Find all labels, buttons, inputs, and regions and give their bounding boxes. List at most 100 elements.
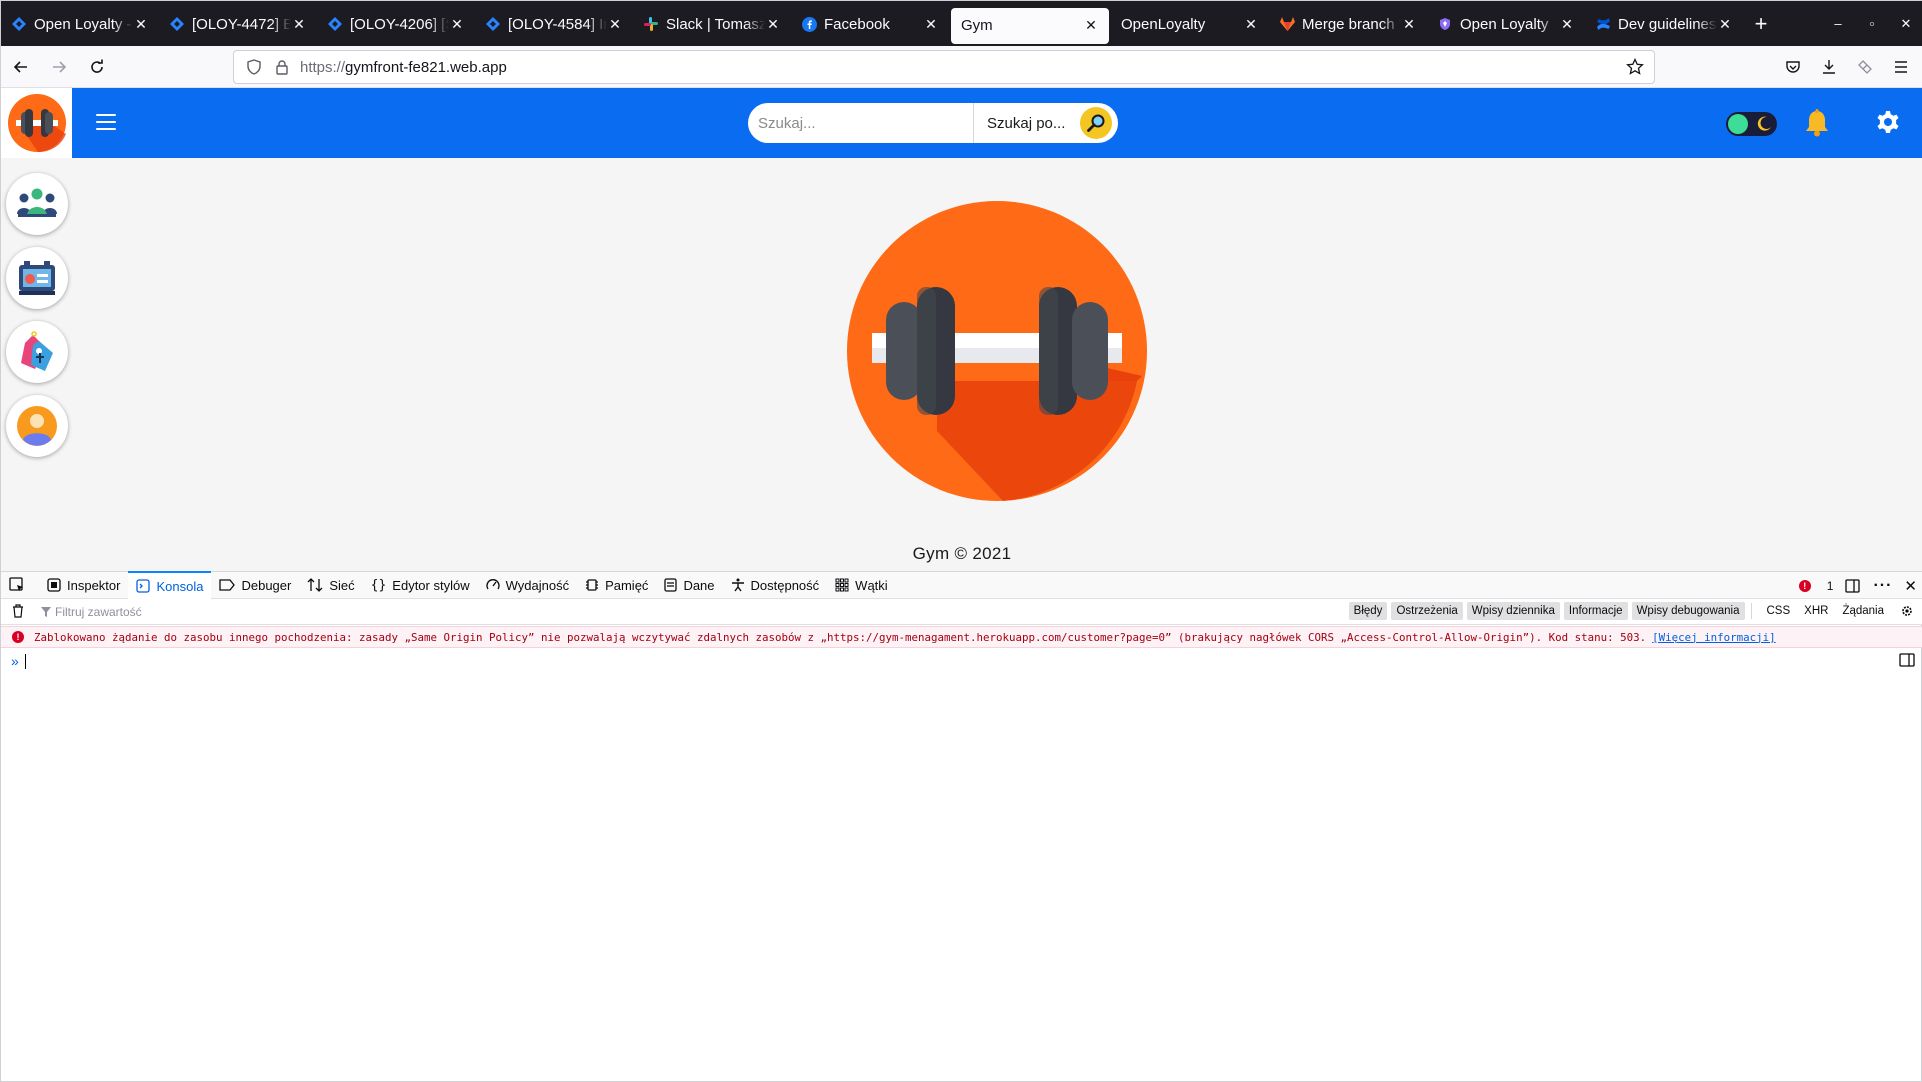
search-input[interactable] [748,103,973,143]
clear-console-trash-icon[interactable] [12,604,24,621]
browser-window: Open Loyalty - ✕ [OLOY-4472] El ✕ [OLOY-… [0,0,1922,1082]
search-bar: Szukaj po... [748,103,1118,143]
tab-label: Open Loyalty [1460,15,1549,33]
confluence-icon [1595,16,1611,32]
close-icon[interactable]: ✕ [1559,16,1575,33]
sidebar-item-passes[interactable] [6,247,68,309]
minimize-icon[interactable]: – [1821,16,1855,31]
sidebar-item-discounts[interactable] [6,321,68,383]
close-icon[interactable]: ✕ [607,16,623,33]
sidebar-item-profile[interactable] [6,395,68,457]
close-devtools-icon[interactable]: ✕ [1904,577,1917,595]
search-by-dropdown[interactable]: Szukaj po... [974,115,1078,132]
tab-label: Sieć [329,577,355,593]
tab-wydajnosc[interactable]: Wydajność [478,571,577,599]
search-button[interactable] [1080,107,1112,139]
lock-icon[interactable] [272,59,292,75]
downloads-icon[interactable] [1811,50,1847,84]
tab-dev-guidelines[interactable]: Dev guidelines ✕ [1585,6,1743,42]
sidebar-item-customers[interactable] [6,173,68,235]
tab-oloy-4584[interactable]: [OLOY-4584] In ✕ [475,6,633,42]
storage-icon [664,578,678,592]
close-icon[interactable]: ✕ [1243,16,1259,33]
split-console-icon[interactable] [1899,653,1915,672]
tab-facebook[interactable]: Facebook ✕ [791,6,949,42]
filter-debug-button[interactable]: Wpisy debugowania [1631,602,1745,620]
filter-logs-button[interactable]: Wpisy dziennika [1466,602,1560,620]
tab-label: Facebook [824,15,890,33]
filter-errors-button[interactable]: Błędy [1348,602,1388,620]
console-settings-gear-icon[interactable] [1895,601,1919,621]
filter-warnings-button[interactable]: Ostrzeżenia [1391,602,1463,620]
more-info-link[interactable]: [Więcej informacji] [1652,631,1776,644]
tab-oloy-4206[interactable]: [OLOY-4206] [S ✕ [317,6,475,42]
style-editor-icon: {} [370,577,387,593]
url-bar[interactable]: https://gymfront-fe821.web.app [233,50,1655,84]
gitlab-icon [1279,16,1295,32]
tab-konsola[interactable]: Konsola [128,571,212,599]
magnifier-icon [1087,114,1105,132]
tab-watki[interactable]: Wątki [827,571,896,599]
filter-info-button[interactable]: Informacje [1563,602,1628,620]
network-icon [307,578,323,592]
error-icon: ! [12,631,24,643]
tab-open-loyalty-jira[interactable]: Open Loyalty - ✕ [1,6,159,42]
error-count-badge[interactable]: ! 1 [1787,579,1833,593]
extensions-icon[interactable] [1847,50,1883,84]
tab-label: Merge branch ' [1302,15,1401,33]
tab-edytor-stylow[interactable]: {} Edytor stylów [363,571,478,599]
close-icon[interactable]: ✕ [765,16,781,33]
tab-pamiec[interactable]: Pamięć [577,571,656,599]
menu-icon[interactable] [1883,50,1919,84]
dumbbell-logo-icon [847,201,1147,501]
tab-slack[interactable]: Slack | Tomasz ✕ [633,6,791,42]
close-icon[interactable]: ✕ [1083,17,1099,34]
text-caret [24,653,26,669]
dark-mode-toggle[interactable] [1726,112,1777,136]
filter-input[interactable]: Filtruj zawartość [41,605,142,619]
filter-requests-button[interactable]: Żądania [1837,602,1889,620]
back-button[interactable] [3,51,39,83]
filter-xhr-button[interactable]: XHR [1799,602,1833,620]
close-icon[interactable]: ✕ [133,16,149,33]
tab-debuger[interactable]: Debuger [211,571,299,599]
slack-icon [643,16,659,32]
tab-openloyalty[interactable]: OpenLoyalty ✕ [1111,6,1269,42]
facebook-icon [801,16,817,32]
app-logo[interactable] [1,88,72,158]
close-icon[interactable]: ✕ [1401,16,1417,33]
close-window-icon[interactable]: ✕ [1889,16,1922,32]
tab-siec[interactable]: Sieć [299,571,362,599]
filter-css-button[interactable]: CSS [1762,602,1796,620]
element-picker-button[interactable] [1,571,39,599]
tab-dostepnosc[interactable]: Dostępność [723,571,828,599]
tab-merge-branch[interactable]: Merge branch ' ✕ [1269,6,1427,42]
shield-icon[interactable] [244,59,264,75]
nav-bar: https://gymfront-fe821.web.app [1,46,1922,88]
tab-dane[interactable]: Dane [656,571,722,599]
close-icon[interactable]: ✕ [923,16,939,33]
openloyalty-icon [1437,16,1453,32]
console-input[interactable]: » [11,653,26,669]
tab-oloy-4472[interactable]: [OLOY-4472] El ✕ [159,6,317,42]
accessibility-icon [731,578,745,592]
notifications-bell-icon[interactable] [1804,109,1830,142]
bookmark-star-icon[interactable] [1626,57,1644,80]
settings-gear-icon[interactable] [1875,109,1901,140]
forward-button[interactable] [41,51,77,83]
tab-gym[interactable]: Gym ✕ [951,7,1109,44]
pocket-icon[interactable] [1775,50,1811,84]
close-icon[interactable]: ✕ [449,16,465,33]
tab-open-loyalty[interactable]: Open Loyalty ✕ [1427,6,1585,42]
restore-icon[interactable]: ▫ [1855,16,1889,31]
window-controls: – ▫ ✕ [1821,1,1922,46]
tab-inspektor[interactable]: Inspektor [39,571,128,599]
new-tab-button[interactable]: + [1743,11,1779,37]
console-error-message: ! Zablokowano żądanie do zasobu innego p… [1,626,1922,648]
reload-button[interactable] [79,51,115,83]
hamburger-menu-icon[interactable] [96,114,116,130]
close-icon[interactable]: ✕ [1717,16,1733,33]
dock-side-icon[interactable] [1845,579,1861,593]
close-icon[interactable]: ✕ [291,16,307,33]
more-options-icon[interactable]: ··· [1873,577,1892,595]
